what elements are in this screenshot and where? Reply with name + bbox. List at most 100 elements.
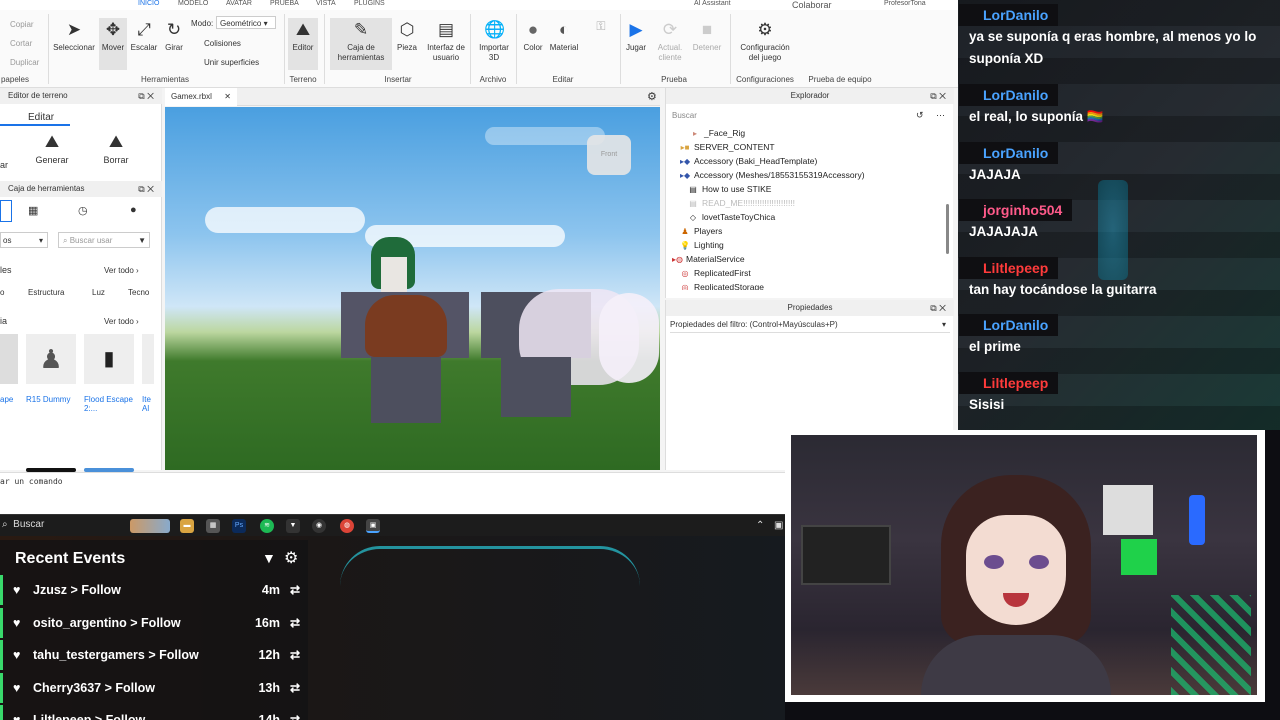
widgets-icon[interactable]: [130, 519, 170, 533]
spotify-icon[interactable]: ≋: [260, 519, 274, 533]
generate-button[interactable]: ⛰ Generar: [30, 132, 74, 165]
copy-button[interactable]: Copiar: [10, 20, 34, 29]
toolbox-search-input[interactable]: ⌕ Buscar usar ▼: [58, 232, 150, 248]
dummy-icon[interactable]: ♟: [26, 334, 76, 384]
tab-gamex[interactable]: Gamex.rbxl ✕: [165, 88, 237, 106]
scale-tool[interactable]: ⤢ Escalar: [128, 20, 160, 53]
grid-icon[interactable]: ▦: [28, 204, 38, 217]
scrollbar[interactable]: [946, 204, 949, 254]
ui-button[interactable]: ▤ Interfaz de usuario: [424, 20, 468, 63]
ai-assistant-button[interactable]: AI Assistant: [694, 0, 731, 7]
toolbox-item-label[interactable]: Ite Al: [142, 395, 156, 413]
toolbox-item-thumb[interactable]: [0, 334, 18, 384]
play-button[interactable]: ▶ Jugar: [622, 20, 650, 53]
bulb-icon[interactable]: ●: [130, 204, 137, 216]
toolbox-button[interactable]: ✎ Caja de herramientas: [330, 18, 392, 70]
explorer-row[interactable]: ▤ READ_ME!!!!!!!!!!!!!!!!!!!!!!: [688, 196, 795, 210]
explorer-row[interactable]: 💡 Lighting: [680, 238, 724, 252]
chat-username[interactable]: Liltlepeep: [959, 372, 1059, 394]
replay-icon[interactable]: ⇄: [290, 575, 300, 605]
close-icon[interactable]: ⧉ ✕: [138, 88, 154, 104]
select-tool[interactable]: ➤ Seleccionar: [52, 20, 96, 53]
menu-prueba[interactable]: PRUEBA: [270, 0, 299, 7]
app-icon[interactable]: ▼: [286, 519, 300, 533]
filter-icon[interactable]: ▼: [262, 550, 276, 566]
chrome-icon[interactable]: ◍: [340, 519, 354, 533]
explorer-row[interactable]: ♟ Players: [680, 224, 722, 238]
import3d-button[interactable]: 🌐 Importar 3D: [474, 20, 514, 63]
chat-username[interactable]: LorDanilo: [959, 84, 1059, 106]
close-icon[interactable]: ⧉ ✕: [138, 181, 154, 197]
see-all-link[interactable]: Ver todo ›: [104, 317, 139, 326]
explorer-row[interactable]: ▸ _Face_Rig: [690, 126, 745, 140]
toolbox-item-label[interactable]: Flood Escape 2:...: [84, 395, 134, 413]
chat-username[interactable]: LorDanilo: [959, 314, 1059, 336]
chat-username[interactable]: LorDanilo: [959, 4, 1059, 26]
terrain-editor-button[interactable]: ⛰ Editor: [288, 18, 318, 70]
viewport-3d[interactable]: Front: [165, 107, 660, 470]
category-dropdown[interactable]: os ▾: [0, 232, 48, 248]
chip[interactable]: o: [0, 288, 4, 297]
clock-icon[interactable]: ◷: [78, 204, 88, 217]
close-icon[interactable]: ⧉ ✕: [930, 300, 946, 316]
update-client-button[interactable]: ⟳ Actual. cliente: [652, 20, 688, 63]
explorer-search-input[interactable]: Buscar: [672, 111, 697, 120]
more-icon[interactable]: ⋯: [936, 110, 945, 121]
menu-modelo[interactable]: MODELO: [178, 0, 208, 7]
chevron-up-icon[interactable]: ⌃: [756, 520, 764, 531]
properties-filter-input[interactable]: Propiedades del filtro: (Control+Mayúscu…: [670, 320, 950, 333]
explorer-row[interactable]: ◎ ReplicatedFirst: [680, 266, 751, 280]
replay-icon[interactable]: ⇄: [290, 640, 300, 670]
app-icon[interactable]: ▦: [206, 519, 220, 533]
toolbox-item-label[interactable]: R15 Dummy: [26, 395, 70, 404]
view-cube[interactable]: Front: [587, 135, 631, 175]
chip[interactable]: Luz: [92, 288, 105, 297]
command-bar[interactable]: ar un comando: [0, 472, 785, 490]
explorer-row[interactable]: ▸◆ Accessory (Baki_HeadTemplate): [680, 154, 817, 168]
flood-icon[interactable]: ▮: [84, 334, 134, 384]
explorer-row[interactable]: ◇ lovetTasteToyChica: [688, 210, 775, 224]
part-button[interactable]: ⬡ Pieza: [394, 20, 420, 53]
color-button[interactable]: ● Color: [518, 20, 548, 53]
menu-plugins[interactable]: PLUGINS: [354, 0, 385, 7]
material-button[interactable]: ◐ Material: [548, 20, 580, 53]
chat-username[interactable]: Liltlepeep: [959, 257, 1059, 279]
explorer-row[interactable]: ▸■ SERVER_CONTENT: [680, 140, 775, 154]
gear-icon[interactable]: ⚙: [284, 548, 298, 568]
terrain-tool-clipped[interactable]: ar: [0, 160, 8, 170]
stop-button[interactable]: ■ Detener: [690, 20, 724, 53]
chip[interactable]: Estructura: [28, 288, 64, 297]
menu-vista[interactable]: VISTA: [316, 0, 336, 7]
taskbar-search[interactable]: ⌕ Buscar: [2, 519, 44, 530]
close-icon[interactable]: ⧉ ✕: [930, 88, 946, 104]
explorer-row[interactable]: ▤ How to use STIKE: [688, 182, 771, 196]
collaborate-button[interactable]: Colaborar: [792, 0, 832, 10]
group-button[interactable]: ⚿: [586, 16, 616, 39]
user-name[interactable]: ProfesorTona: [884, 0, 926, 7]
toolbox-item-label[interactable]: ape: [0, 395, 13, 404]
photoshop-icon[interactable]: Ps: [232, 519, 246, 533]
toolbox-tab-active[interactable]: [0, 200, 12, 222]
rotate-tool[interactable]: ↻ Girar: [160, 20, 188, 53]
explorer-row[interactable]: ▸◍ MaterialService: [672, 252, 745, 266]
obs-icon[interactable]: ◉: [312, 519, 326, 533]
move-tool[interactable]: ✥ Mover: [99, 18, 127, 70]
explorer-row[interactable]: ◎ ReplicatedStorage: [680, 280, 764, 290]
menu-inicio[interactable]: INICIO: [138, 0, 159, 7]
toolbox-item-thumb[interactable]: [142, 334, 154, 384]
chat-username[interactable]: LorDanilo: [959, 142, 1059, 164]
explorer-row[interactable]: ▸◆ Accessory (Meshes/18553155319Accessory…: [680, 168, 865, 182]
gear-icon[interactable]: ⚙: [647, 90, 657, 103]
cut-button[interactable]: Cortar: [10, 39, 32, 48]
see-all-link[interactable]: Ver todo ›: [104, 266, 139, 275]
erase-button[interactable]: ⛰ Borrar: [94, 132, 138, 165]
replay-icon[interactable]: ⇄: [290, 705, 300, 720]
folder-icon[interactable]: ▬: [180, 519, 194, 533]
roblox-studio-icon[interactable]: ▣: [366, 519, 380, 533]
game-settings-button[interactable]: ⚙ Configuración del juego: [734, 20, 796, 63]
replay-icon[interactable]: ⇄: [290, 608, 300, 638]
chip[interactable]: Tecno: [128, 288, 149, 297]
menu-avatar[interactable]: AVATAR: [226, 0, 252, 7]
close-icon[interactable]: ✕: [224, 92, 231, 101]
duplicate-button[interactable]: Duplicar: [10, 58, 39, 67]
